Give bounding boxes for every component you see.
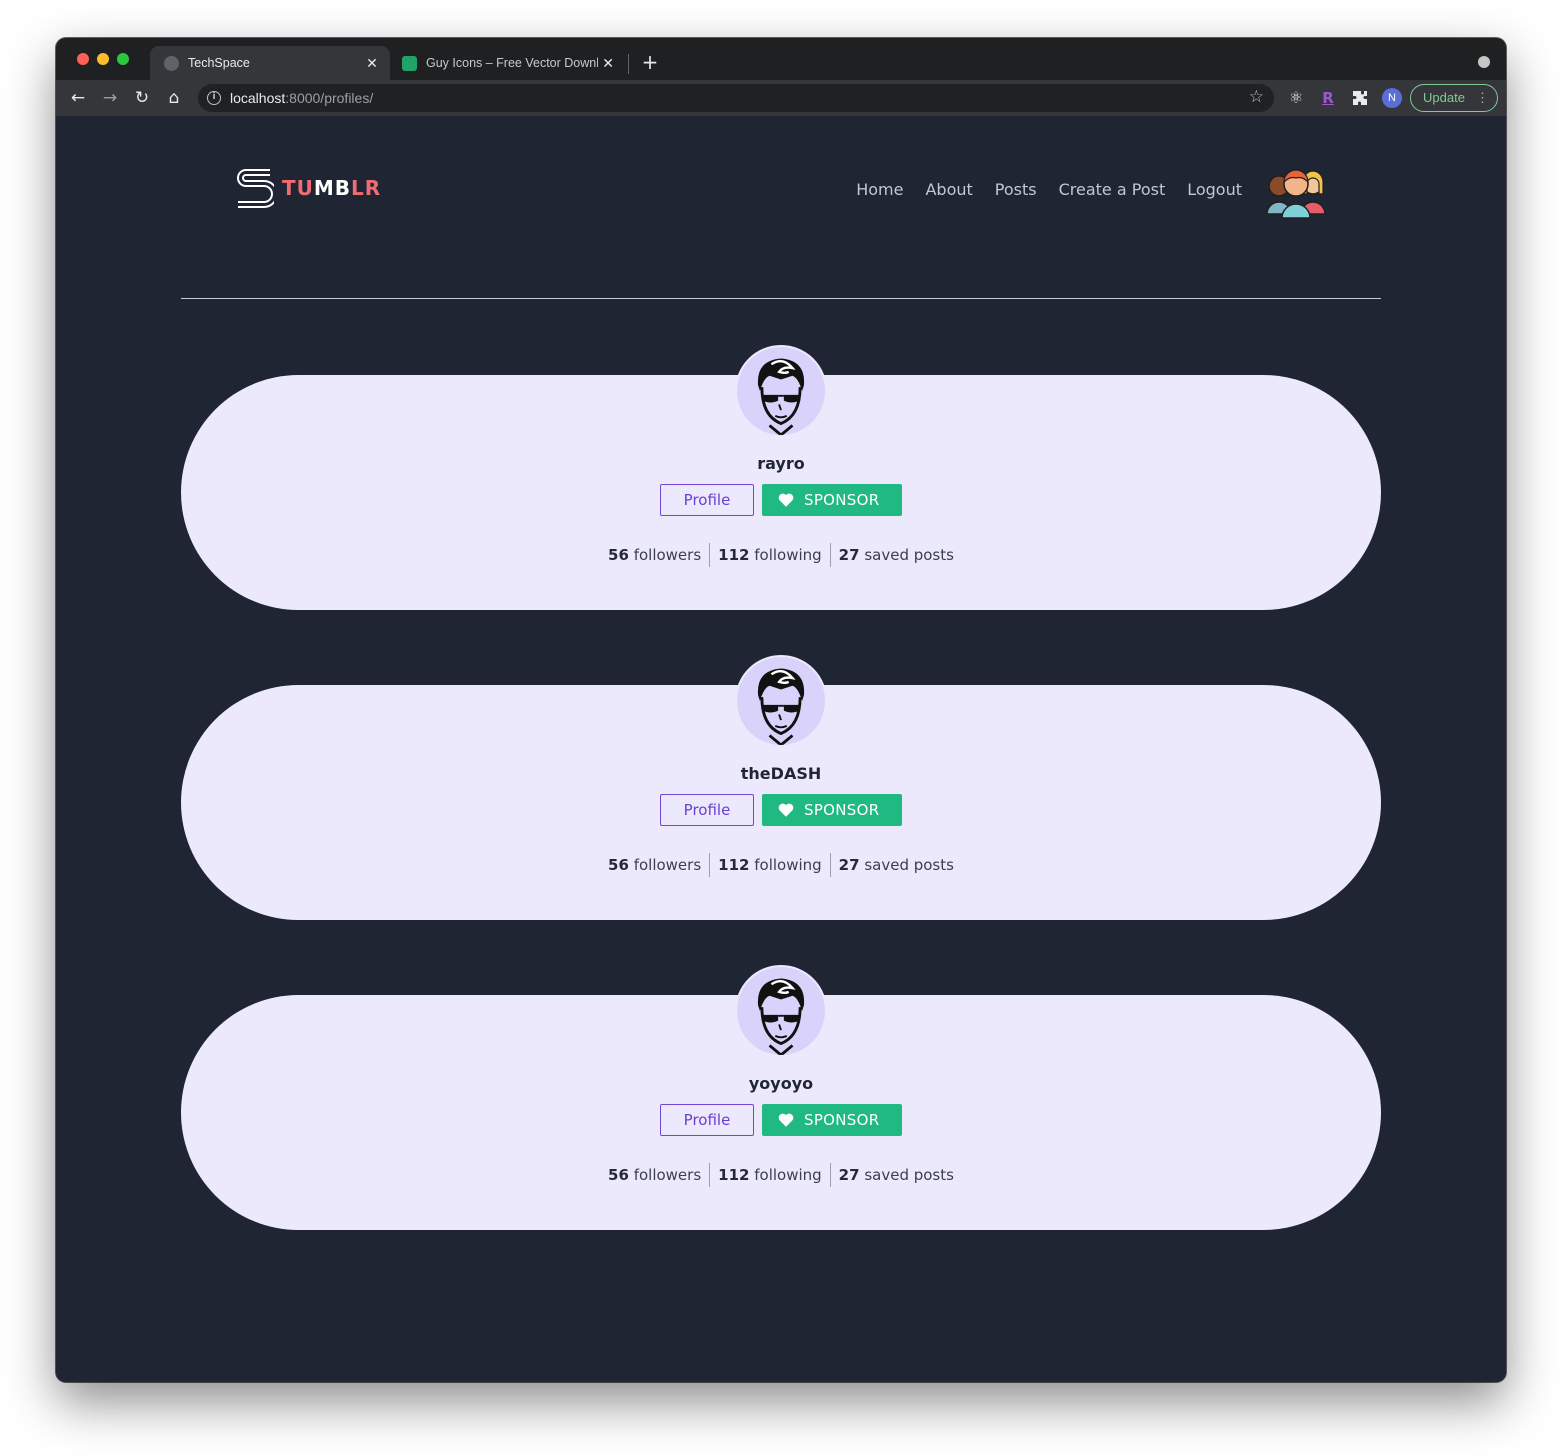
profile-username: rayro — [757, 454, 805, 473]
globe-icon — [164, 55, 179, 71]
profile-card: rayro Profile SPONSOR 56 followers 112 f… — [181, 345, 1381, 610]
header-divider — [181, 298, 1381, 299]
minimize-window-button[interactable] — [97, 53, 109, 65]
maximize-window-button[interactable] — [117, 53, 129, 65]
logo-wordmark: TUMBLR — [282, 176, 382, 200]
browser-toolbar: ← → ↻ ⌂ i localhost:8000/profiles/ ☆ ⚛ R… — [56, 80, 1506, 116]
followers-stat: 56 followers — [608, 546, 702, 564]
saved-posts-stat: 27 saved posts — [829, 1163, 962, 1187]
nav-about[interactable]: About — [925, 180, 972, 199]
update-button[interactable]: Update ⋮ — [1410, 84, 1498, 112]
following-stat: 112 following — [709, 853, 830, 877]
profile-stats: 56 followers 112 following 27 saved post… — [181, 543, 1381, 567]
tab-separator — [628, 54, 629, 74]
tab-title: Guy Icons – Free Vector Downl — [426, 56, 599, 70]
menu-dots-icon: ⋮ — [1476, 90, 1489, 105]
close-icon[interactable]: ✕ — [598, 55, 618, 72]
profile-button[interactable]: Profile — [660, 484, 754, 516]
profile-button[interactable]: Profile — [660, 1104, 754, 1136]
tab-strip: TechSpace ✕ Guy Icons – Free Vector Down… — [56, 38, 1506, 80]
browser-window: TechSpace ✕ Guy Icons – Free Vector Down… — [56, 38, 1506, 1382]
page-content: TUMBLR Home About Posts Create a Post Lo… — [56, 116, 1506, 1382]
close-icon[interactable]: ✕ — [362, 55, 382, 72]
following-stat: 112 following — [709, 543, 830, 567]
followers-stat: 56 followers — [608, 856, 702, 874]
info-icon[interactable]: i — [207, 91, 221, 105]
profile-username: theDASH — [740, 764, 822, 783]
reload-icon[interactable]: ↻ — [131, 87, 153, 109]
profile-username: yoyoyo — [748, 1074, 814, 1093]
heart-icon — [778, 493, 794, 507]
profile-stats: 56 followers 112 following 27 saved post… — [181, 853, 1381, 877]
extensions-puzzle-icon[interactable] — [1349, 87, 1371, 109]
heart-icon — [778, 803, 794, 817]
saved-posts-stat: 27 saved posts — [829, 543, 962, 567]
following-stat: 112 following — [709, 1163, 830, 1187]
saved-posts-stat: 27 saved posts — [829, 853, 962, 877]
main-nav: Home About Posts Create a Post Logout — [856, 180, 1242, 199]
nav-logout[interactable]: Logout — [1187, 180, 1242, 199]
sponsor-button[interactable]: SPONSOR — [762, 794, 902, 826]
profile-stats: 56 followers 112 following 27 saved post… — [181, 1163, 1381, 1187]
back-arrow-icon[interactable]: ← — [67, 87, 89, 109]
forward-arrow-icon[interactable]: → — [99, 87, 121, 109]
close-window-button[interactable] — [77, 53, 89, 65]
browser-profile-avatar[interactable]: N — [1382, 88, 1402, 108]
tab-techspace[interactable]: TechSpace ✕ — [150, 46, 390, 80]
extension-r-icon[interactable]: R — [1317, 87, 1339, 109]
home-icon[interactable]: ⌂ — [163, 87, 185, 109]
bookmark-star-icon[interactable]: ☆ — [1249, 87, 1264, 107]
profile-card: yoyoyo Profile SPONSOR 56 followers 112 … — [181, 965, 1381, 1230]
sponsor-button[interactable]: SPONSOR — [762, 484, 902, 516]
tab-title: TechSpace — [188, 56, 250, 70]
flaticon-favicon-icon — [402, 55, 417, 71]
logo-s-icon — [237, 169, 274, 208]
nav-home[interactable]: Home — [856, 180, 903, 199]
guy-sunglasses-icon — [757, 358, 805, 435]
nav-posts[interactable]: Posts — [995, 180, 1037, 199]
guy-sunglasses-icon — [757, 668, 805, 745]
new-tab-button[interactable]: + — [640, 50, 660, 74]
profile-avatar — [735, 345, 827, 437]
tab-guy-icons[interactable]: Guy Icons – Free Vector Downl ✕ — [394, 46, 626, 80]
profile-avatar — [735, 655, 827, 747]
site-logo[interactable]: TUMBLR — [236, 166, 381, 210]
guy-sunglasses-icon — [757, 978, 805, 1055]
profile-button[interactable]: Profile — [660, 794, 754, 826]
followers-stat: 56 followers — [608, 1166, 702, 1184]
react-devtools-icon[interactable]: ⚛ — [1285, 87, 1307, 109]
profile-avatar — [735, 965, 827, 1057]
address-bar[interactable]: i localhost:8000/profiles/ ☆ — [198, 84, 1274, 112]
heart-icon — [778, 1113, 794, 1127]
profile-card: theDASH Profile SPONSOR 56 followers 112… — [181, 655, 1381, 920]
group-avatar-icon[interactable] — [1264, 160, 1328, 220]
url-text[interactable]: localhost:8000/profiles/ — [230, 90, 373, 106]
sponsor-button[interactable]: SPONSOR — [762, 1104, 902, 1136]
nav-create-post[interactable]: Create a Post — [1059, 180, 1166, 199]
tab-search-icon[interactable] — [1478, 56, 1490, 68]
